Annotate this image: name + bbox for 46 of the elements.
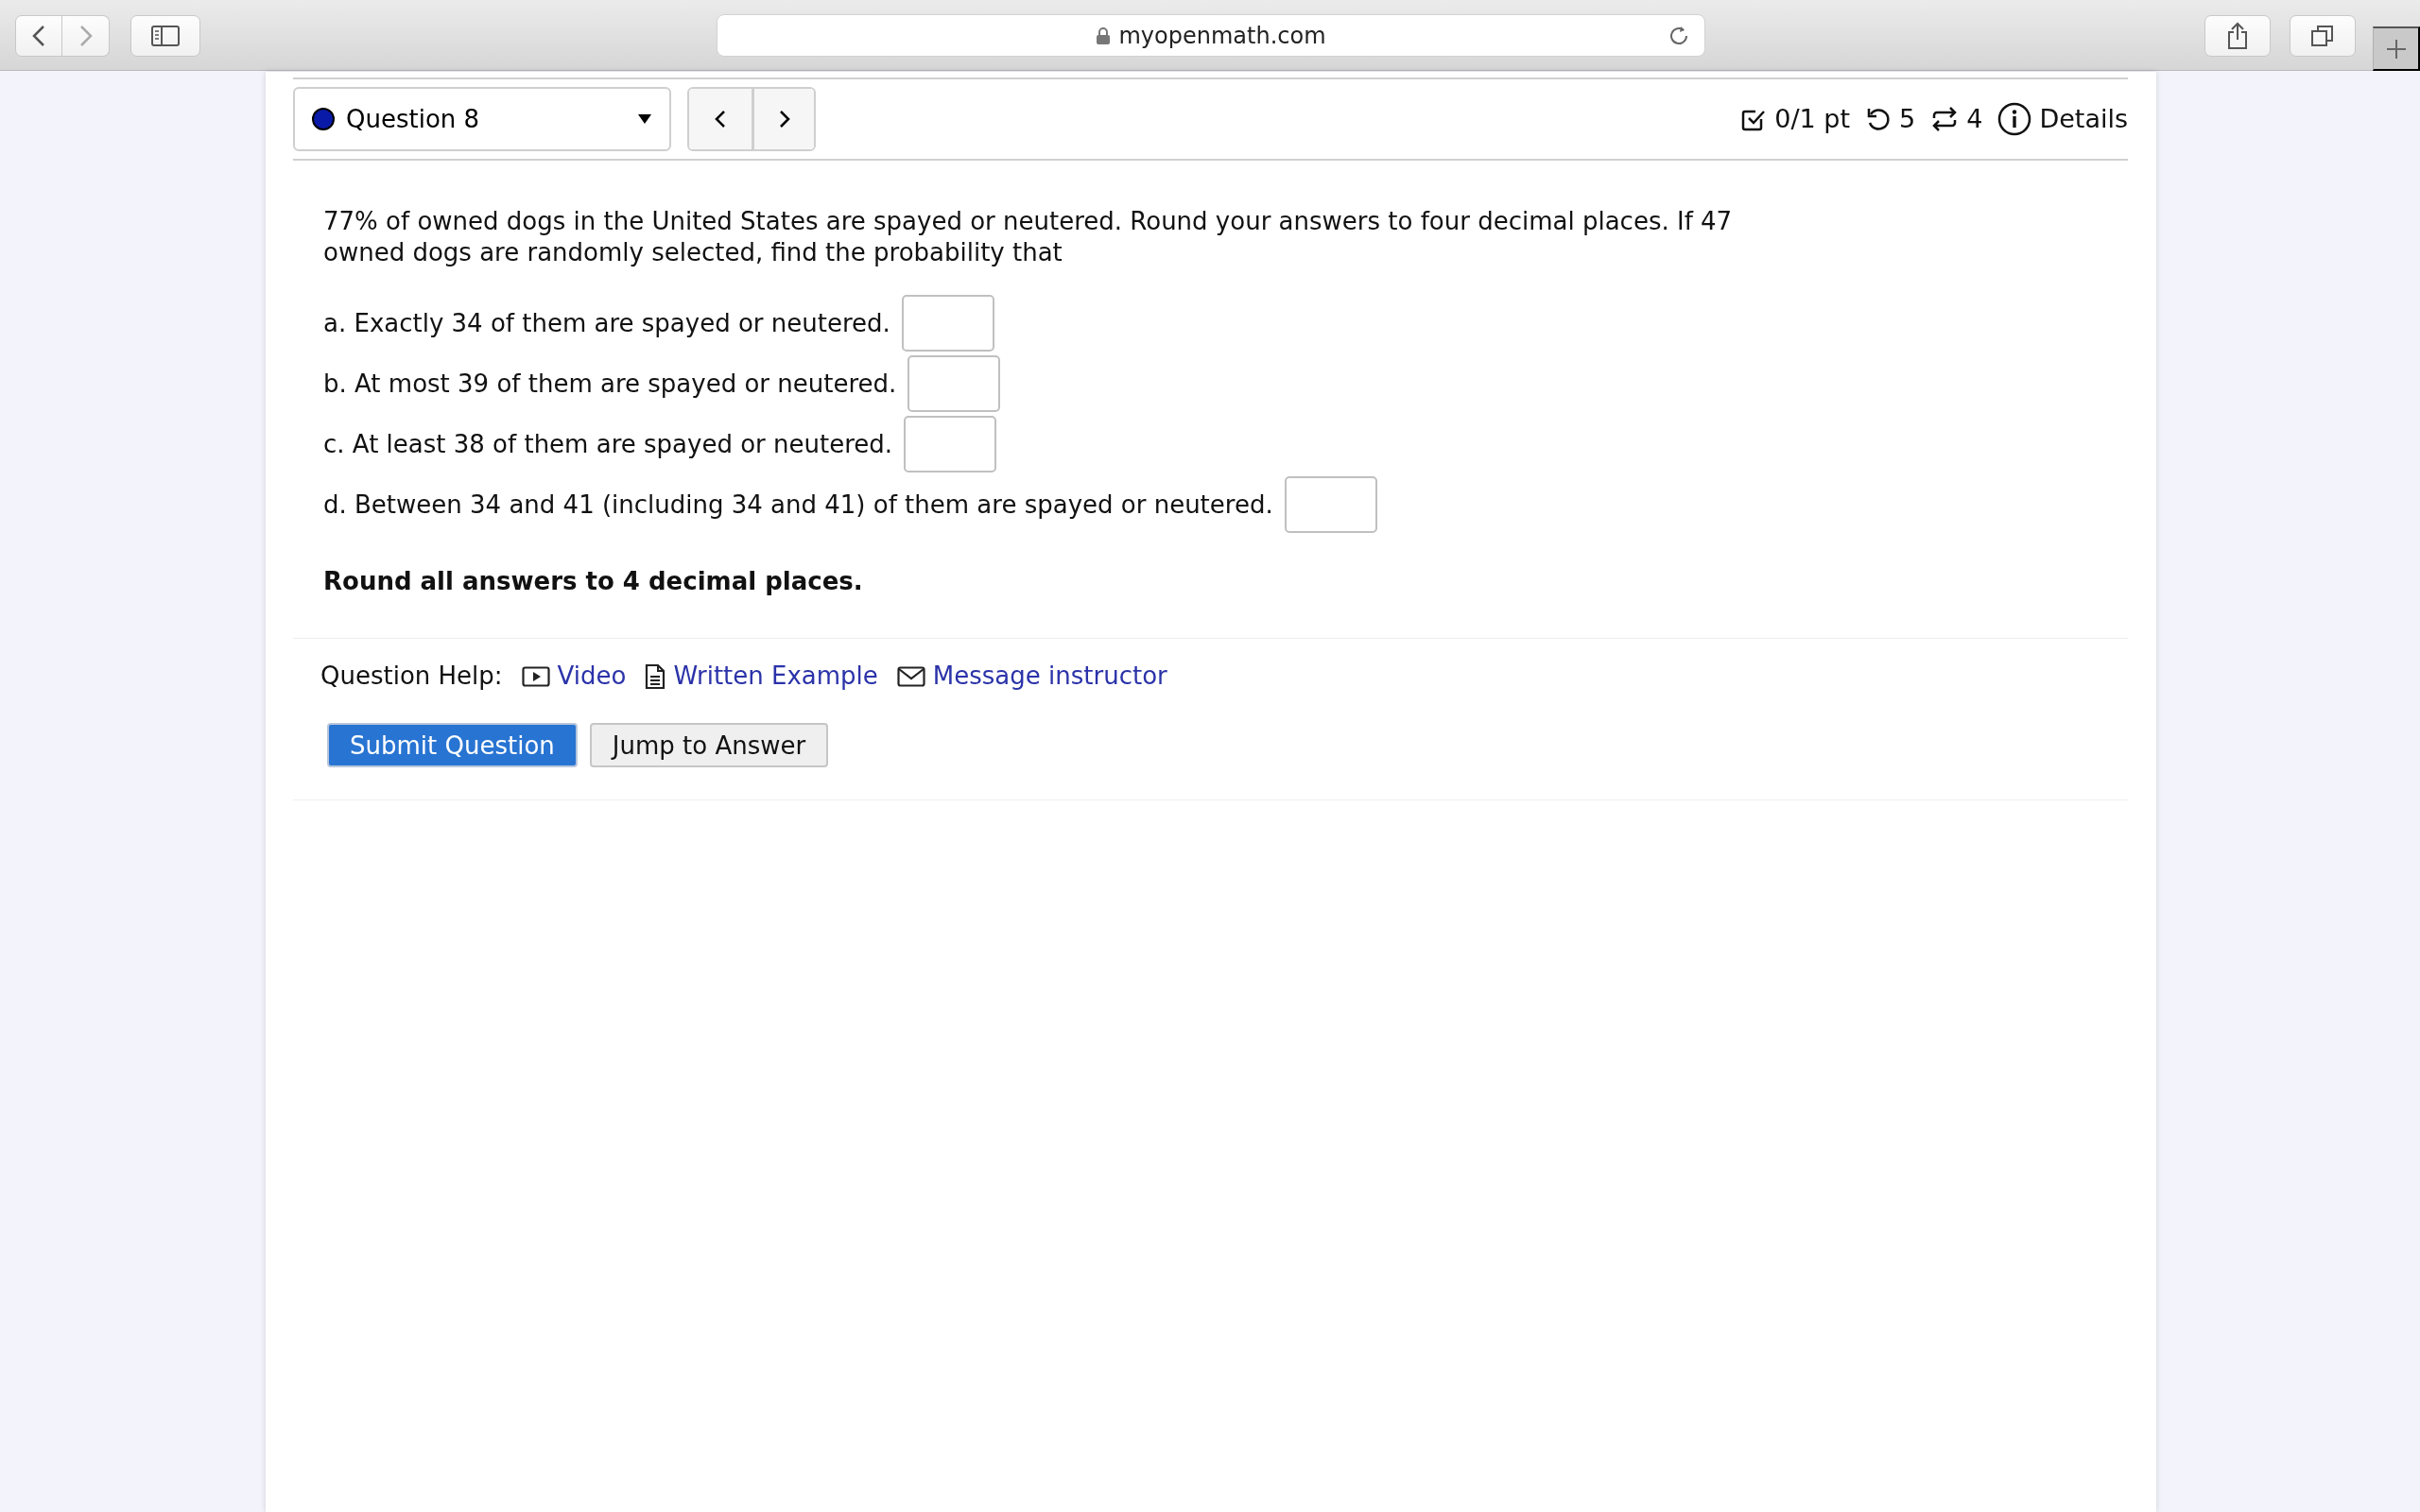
tabs-button[interactable] — [2290, 15, 2356, 57]
play-icon — [521, 664, 550, 688]
url-text: myopenmath.com — [1118, 21, 1326, 51]
status-dot — [312, 108, 335, 130]
undo-icon — [1865, 106, 1892, 132]
new-tab-button[interactable] — [2373, 26, 2420, 71]
answer-field[interactable] — [908, 355, 1001, 412]
share-icon — [2226, 22, 2249, 50]
back-icon — [32, 25, 45, 47]
part-label: a. Exactly 34 of them are spayed or neutered. — [323, 307, 890, 339]
plus-icon — [2384, 37, 2408, 60]
question-text: 77% of owned dogs in the United States are spayed or neutered. Round your answers to four decimal places. If 47 owned dogs are randomly selected, find the probability that — [323, 206, 1734, 268]
info-icon — [1997, 102, 2032, 136]
part-label: b. At most 39 of them are spayed or neutered. — [323, 368, 897, 400]
answer-field[interactable] — [904, 416, 997, 472]
address-bar[interactable]: myopenmath.com — [717, 14, 1705, 57]
answer-field[interactable] — [1284, 476, 1377, 533]
chevron-left-icon — [715, 110, 726, 129]
sidebar-button[interactable] — [130, 15, 200, 57]
question-select[interactable]: Question 8 — [293, 87, 671, 151]
versions-count: 4 — [1966, 102, 1983, 135]
retries-count: 5 — [1899, 102, 1916, 135]
jump-button[interactable]: Jump to Answer — [589, 723, 829, 767]
document-icon — [645, 662, 666, 690]
submit-button[interactable]: Submit Question — [327, 723, 578, 767]
next-button[interactable] — [752, 89, 814, 149]
help-link[interactable]: Message instructor — [896, 658, 1167, 695]
sidebar-icon — [151, 26, 180, 46]
answer-field[interactable] — [901, 295, 994, 352]
part-label: d. Between 34 and 41 (including 34 and 41) of them are spayed or neutered. — [323, 489, 1273, 521]
points-text: 0/1 pt — [1774, 102, 1850, 135]
help-label: Question Help: — [320, 661, 503, 692]
tabs-icon — [2310, 24, 2335, 48]
part-label: c. At least 38 of them are spayed or neutered. — [323, 428, 893, 460]
chevron-right-icon — [778, 110, 790, 129]
previous-button[interactable] — [689, 89, 752, 149]
rounding-note: Round all answers to 4 decimal places. — [323, 566, 864, 597]
back-button[interactable] — [15, 15, 62, 57]
lock-icon — [1096, 26, 1112, 45]
help-link[interactable]: Video — [521, 658, 627, 695]
forward-icon — [78, 25, 93, 47]
mail-icon — [896, 664, 925, 688]
details-link[interactable]: Details — [1997, 99, 2128, 139]
share-button[interactable] — [2204, 15, 2271, 57]
help-link[interactable]: Written Example — [645, 658, 878, 695]
caret-icon — [637, 113, 652, 125]
